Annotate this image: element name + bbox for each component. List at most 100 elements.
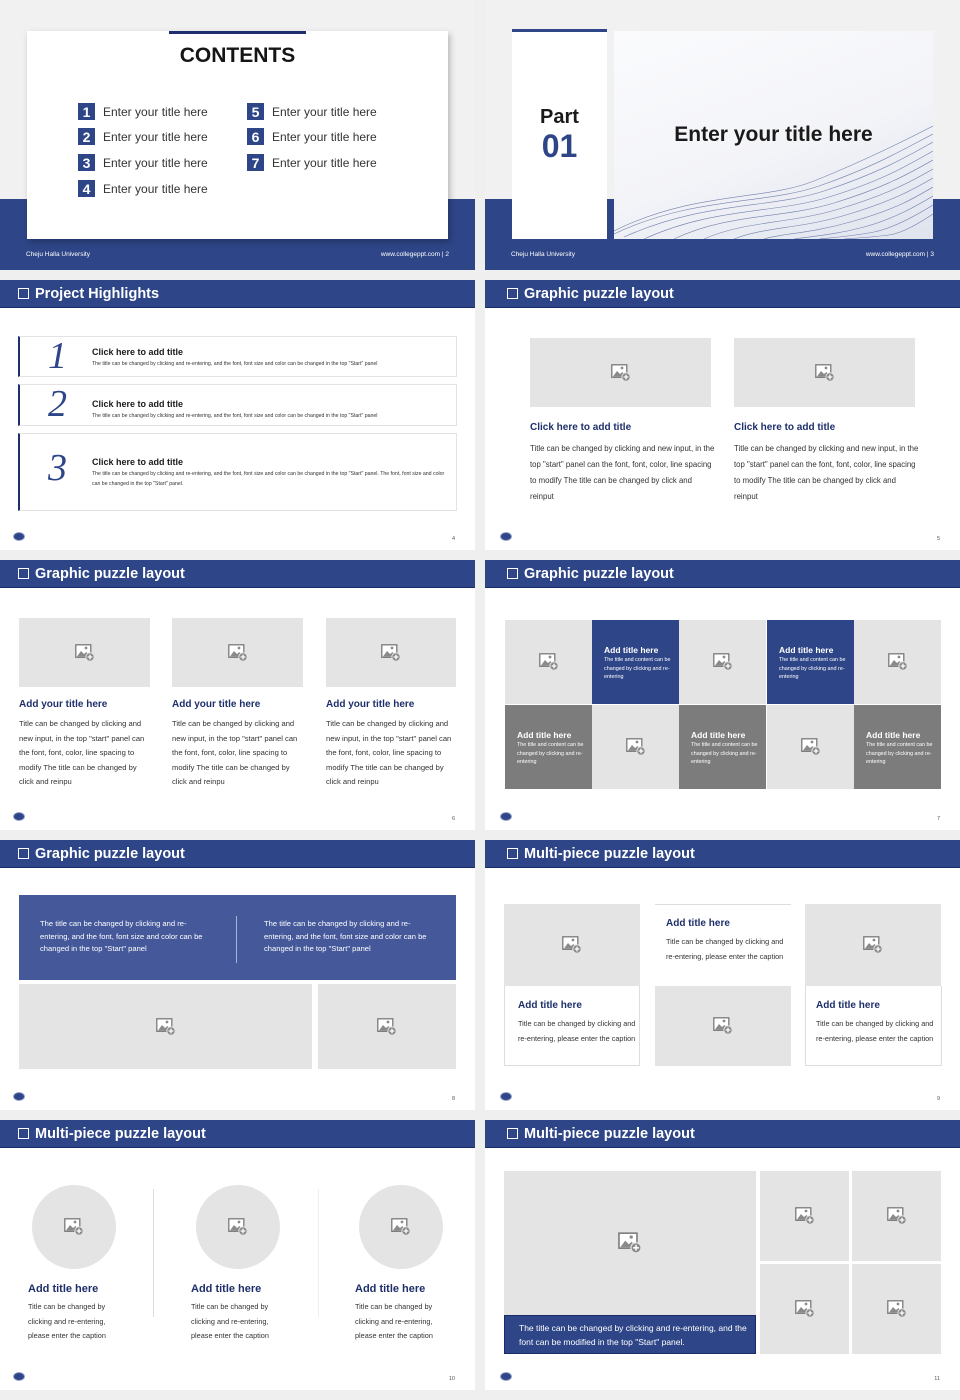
checkbox-bullet-icon bbox=[507, 848, 518, 859]
slide-multi-piece-staggered[interactable]: Multi-piece puzzle layout Add title here… bbox=[485, 840, 960, 1110]
add-image-icon bbox=[381, 644, 401, 662]
text-tile[interactable]: Add title here The title and content can … bbox=[592, 620, 679, 704]
toc-label: Enter your title here bbox=[272, 155, 377, 170]
toc-item[interactable]: 4 Enter your title here bbox=[78, 180, 208, 197]
add-image-icon bbox=[713, 653, 733, 671]
caption-title: Add title here bbox=[191, 1283, 262, 1295]
slide-multi-piece-circles[interactable]: Multi-piece puzzle layout Add title here… bbox=[0, 1120, 475, 1390]
add-image-icon bbox=[75, 644, 95, 662]
slide-graphic-puzzle-2col[interactable]: Graphic puzzle layout Click here to add … bbox=[485, 280, 960, 550]
circle-image-placeholder[interactable] bbox=[196, 1185, 280, 1269]
toc-label: Enter your title here bbox=[272, 129, 377, 144]
footer-university: Cheju Halla University bbox=[26, 251, 90, 258]
caption-desc: Title can be changed by clicking and re-… bbox=[666, 937, 784, 961]
banner-text: The title can be changed by clicking and… bbox=[264, 919, 427, 954]
image-placeholder[interactable] bbox=[19, 618, 150, 687]
image-placeholder[interactable] bbox=[504, 904, 640, 986]
image-placeholder[interactable] bbox=[530, 338, 711, 407]
tile-title: Add title here bbox=[779, 645, 834, 655]
divider bbox=[236, 916, 237, 963]
slide-graphic-puzzle-3col[interactable]: Graphic puzzle layout Add your title her… bbox=[0, 560, 475, 830]
slide-contents[interactable]: CONTENTS 1 Enter your title here 2 Enter y… bbox=[0, 0, 475, 270]
add-image-icon bbox=[562, 936, 582, 954]
header-title: Graphic puzzle layout bbox=[35, 565, 185, 582]
slide-header: Multi-piece puzzle layout bbox=[485, 840, 960, 868]
text-tile[interactable]: Add title here The title and content can … bbox=[854, 705, 941, 789]
slide-graphic-puzzle-banner[interactable]: Graphic puzzle layout The title can be c… bbox=[0, 840, 475, 1110]
add-image-icon bbox=[611, 364, 631, 382]
highlight-number: 1 bbox=[48, 335, 67, 377]
slide-header: Graphic puzzle layout bbox=[0, 840, 475, 868]
contents-title: CONTENTS bbox=[179, 44, 296, 67]
highlight-item[interactable]: 3 Click here to add title The title can … bbox=[18, 433, 457, 511]
caption-bar: The title can be changed by clicking and… bbox=[504, 1315, 756, 1354]
university-logo-icon bbox=[13, 1092, 25, 1101]
image-placeholder[interactable] bbox=[505, 620, 592, 704]
add-image-icon bbox=[228, 644, 248, 662]
circle-image-placeholder[interactable] bbox=[32, 1185, 116, 1269]
slide-project-highlights[interactable]: Project Highlights 1 Click here to add t… bbox=[0, 280, 475, 550]
highlight-desc: The title can be changed by clicking and… bbox=[92, 471, 445, 487]
add-image-icon bbox=[863, 936, 883, 954]
toc-label: Enter your title here bbox=[103, 104, 208, 119]
slide-graphic-puzzle-mosaic[interactable]: Graphic puzzle layout Add title here The … bbox=[485, 560, 960, 830]
image-placeholder[interactable] bbox=[760, 1264, 849, 1354]
page-number: 8 bbox=[451, 1096, 455, 1102]
highlight-item[interactable]: 1 Click here to add title The title can … bbox=[18, 335, 457, 377]
toc-item[interactable]: 7 Enter your title here bbox=[247, 154, 377, 171]
tile-title: Add title here bbox=[691, 730, 746, 740]
toc-number: 1 bbox=[78, 103, 95, 120]
add-image-icon bbox=[618, 1232, 642, 1254]
slide-multi-piece-grid[interactable]: Multi-piece puzzle layout The title can … bbox=[485, 1120, 960, 1390]
add-image-icon bbox=[887, 1207, 907, 1225]
image-placeholder[interactable] bbox=[19, 984, 312, 1069]
banner-text: The title can be changed by clicking and… bbox=[40, 919, 203, 954]
text-tile[interactable]: Add title here The title and content can … bbox=[679, 705, 766, 789]
image-placeholder[interactable] bbox=[805, 904, 941, 986]
image-placeholder[interactable] bbox=[852, 1171, 941, 1261]
image-placeholder[interactable] bbox=[854, 620, 941, 704]
university-logo-icon bbox=[13, 1372, 25, 1381]
part-title: Enter your title here bbox=[674, 123, 873, 146]
image-placeholder[interactable] bbox=[318, 984, 456, 1069]
header-title: Multi-piece puzzle layout bbox=[524, 845, 695, 862]
image-placeholder[interactable] bbox=[592, 705, 679, 789]
image-placeholder[interactable] bbox=[767, 705, 854, 789]
caption-title: Add your title here bbox=[326, 699, 415, 710]
text-tile[interactable]: Add title here The title and content can … bbox=[505, 705, 592, 789]
caption-title: Add your title here bbox=[19, 699, 108, 710]
university-logo-icon bbox=[500, 532, 512, 541]
image-placeholder[interactable] bbox=[172, 618, 303, 687]
image-placeholder[interactable] bbox=[760, 1171, 849, 1261]
toc-item[interactable]: 1 Enter your title here bbox=[78, 103, 208, 120]
image-placeholder[interactable] bbox=[655, 986, 791, 1066]
divider bbox=[318, 1189, 319, 1317]
add-image-icon bbox=[713, 1017, 733, 1035]
slide-header: Multi-piece puzzle layout bbox=[485, 1120, 960, 1148]
add-image-icon bbox=[887, 1300, 907, 1318]
part-number: 01 bbox=[541, 128, 578, 164]
caption-desc: Title can be changed by clicking and new… bbox=[530, 444, 715, 501]
image-placeholder[interactable] bbox=[679, 620, 766, 704]
toc-item[interactable]: 5 Enter your title here bbox=[247, 103, 377, 120]
image-placeholder[interactable] bbox=[852, 1264, 941, 1354]
image-placeholder[interactable] bbox=[504, 1171, 756, 1315]
highlight-item[interactable]: 2 Click here to add title The title can … bbox=[18, 383, 457, 426]
caption-desc: Title can be changed by clicking and new… bbox=[19, 719, 145, 786]
toc-item[interactable]: 2 Enter your title here bbox=[78, 128, 208, 145]
checkbox-bullet-icon bbox=[18, 568, 29, 579]
highlight-desc: The title can be changed by clicking and… bbox=[92, 413, 378, 419]
circle-image-placeholder[interactable] bbox=[359, 1185, 443, 1269]
toc-item[interactable]: 6 Enter your title here bbox=[247, 128, 377, 145]
page-number: 5 bbox=[936, 536, 940, 542]
header-title: Graphic puzzle layout bbox=[524, 565, 674, 582]
text-tile[interactable]: Add title here The title and content can … bbox=[767, 620, 854, 704]
caption-title: Click here to add title bbox=[734, 422, 836, 433]
add-image-icon bbox=[795, 1207, 815, 1225]
slide-part-divider[interactable]: Part 01 Enter your title here Cheju Hall… bbox=[485, 0, 960, 270]
image-placeholder[interactable] bbox=[326, 618, 456, 687]
checkbox-bullet-icon bbox=[507, 288, 518, 299]
caption-desc: Title can be changed by clicking and re-… bbox=[28, 1302, 106, 1340]
image-placeholder[interactable] bbox=[734, 338, 915, 407]
toc-item[interactable]: 3 Enter your title here bbox=[78, 154, 208, 171]
